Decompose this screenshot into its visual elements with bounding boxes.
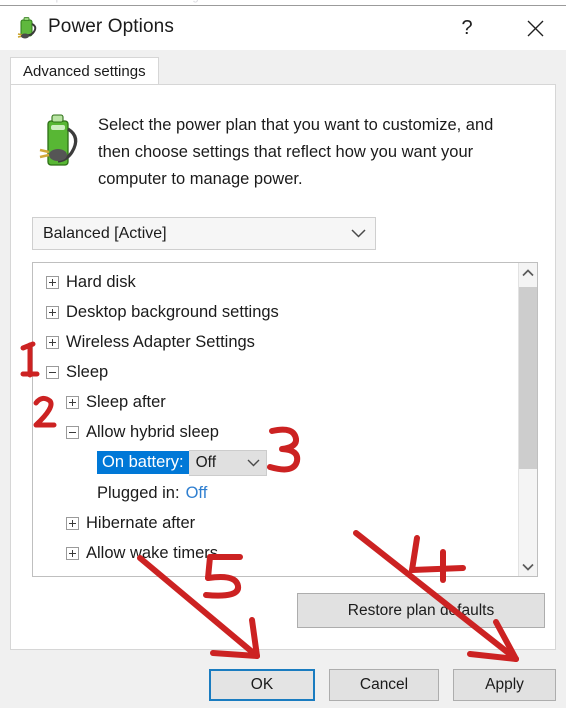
question-mark-icon: ? xyxy=(461,16,473,39)
expand-plus-icon[interactable] xyxy=(66,395,79,409)
restore-plan-defaults-label: Restore plan defaults xyxy=(347,601,495,619)
tree-item-label: Sleep after xyxy=(86,392,166,411)
advanced-settings-list[interactable]: Hard disk Desktop background settings Wi… xyxy=(32,262,538,577)
window-title: Power Options xyxy=(48,16,174,37)
clipped-background-text: Power Options - Power Plan Settings xyxy=(10,0,205,3)
tree-item-label: Hard disk xyxy=(66,272,136,291)
plugged-in-label: Plugged in: xyxy=(97,483,180,502)
on-battery-label: On battery: xyxy=(97,450,189,475)
tree-item-label: Wireless Adapter Settings xyxy=(66,332,255,351)
tree-item-allow-wake-timers[interactable]: Allow wake timers xyxy=(33,538,519,568)
scroll-down-arrow-icon[interactable] xyxy=(519,557,537,576)
expand-plus-icon[interactable] xyxy=(46,577,59,578)
help-button[interactable]: ? xyxy=(444,6,490,50)
chevron-down-icon xyxy=(242,459,266,467)
expand-plus-icon[interactable] xyxy=(66,516,79,530)
tree-item-label: Desktop background settings xyxy=(66,302,279,321)
tab-label: Advanced settings xyxy=(23,63,146,80)
tab-advanced-settings[interactable]: Advanced settings xyxy=(10,57,159,85)
expand-plus-icon[interactable] xyxy=(46,335,59,349)
cancel-button[interactable]: Cancel xyxy=(329,669,439,701)
power-plan-icon xyxy=(14,15,40,41)
power-plan-value: Balanced [Active] xyxy=(43,224,167,242)
tree-item-sleep-after[interactable]: Sleep after xyxy=(33,387,519,417)
tree-item-wireless-adapter-settings[interactable]: Wireless Adapter Settings xyxy=(33,327,519,357)
title-bar: Power Options ? xyxy=(0,6,566,50)
plugged-in-value[interactable]: Off xyxy=(186,484,208,503)
settings-tree: Hard disk Desktop background settings Wi… xyxy=(33,263,519,576)
list-scrollbar[interactable] xyxy=(518,263,537,576)
on-battery-combobox[interactable]: Off xyxy=(188,449,267,476)
tree-item-desktop-background-settings[interactable]: Desktop background settings xyxy=(33,297,519,327)
apply-button[interactable]: Apply xyxy=(453,669,556,701)
battery-plug-icon xyxy=(38,112,84,172)
expand-plus-icon[interactable] xyxy=(46,305,59,319)
collapse-minus-icon[interactable] xyxy=(46,365,59,379)
expand-plus-icon[interactable] xyxy=(46,275,59,289)
tree-item-usb-settings[interactable]: USB settings xyxy=(33,568,519,577)
tree-item-label: USB settings xyxy=(66,574,161,577)
tree-item-label: Allow hybrid sleep xyxy=(86,422,219,441)
ok-button[interactable]: OK xyxy=(209,669,315,701)
cancel-label: Cancel xyxy=(359,676,409,693)
power-options-dialog: Power Options ? Advanced settings Select… xyxy=(0,6,566,708)
chevron-down-icon xyxy=(341,229,375,238)
plugged-in-setting-row[interactable]: Plugged in: Off xyxy=(33,478,519,508)
tree-item-label: Allow wake timers xyxy=(86,543,219,562)
collapse-minus-icon[interactable] xyxy=(66,425,79,439)
scroll-up-arrow-icon[interactable] xyxy=(519,263,537,282)
close-button[interactable] xyxy=(512,6,558,50)
power-plan-select[interactable]: Balanced [Active] xyxy=(32,217,376,250)
on-battery-setting-row: On battery: Off xyxy=(33,447,519,478)
ok-label: OK xyxy=(250,676,274,693)
restore-plan-defaults-button[interactable]: Restore plan defaults xyxy=(297,593,545,628)
on-battery-value: Off xyxy=(195,453,217,471)
tree-item-allow-hybrid-sleep[interactable]: Allow hybrid sleep xyxy=(33,417,519,447)
tree-item-label: Hibernate after xyxy=(86,513,196,532)
close-icon xyxy=(527,20,543,36)
tree-item-label: Sleep xyxy=(66,362,109,381)
scrollbar-thumb[interactable] xyxy=(519,287,537,469)
panel-description: Select the power plan that you want to c… xyxy=(98,116,494,188)
apply-label: Apply xyxy=(485,676,524,693)
tree-item-hibernate-after[interactable]: Hibernate after xyxy=(33,508,519,538)
tree-item-hard-disk[interactable]: Hard disk xyxy=(33,267,519,297)
tab-strip: Advanced settings xyxy=(10,57,556,85)
tree-item-sleep[interactable]: Sleep xyxy=(33,357,519,387)
advanced-settings-panel: Select the power plan that you want to c… xyxy=(10,84,556,650)
expand-plus-icon[interactable] xyxy=(66,546,79,560)
